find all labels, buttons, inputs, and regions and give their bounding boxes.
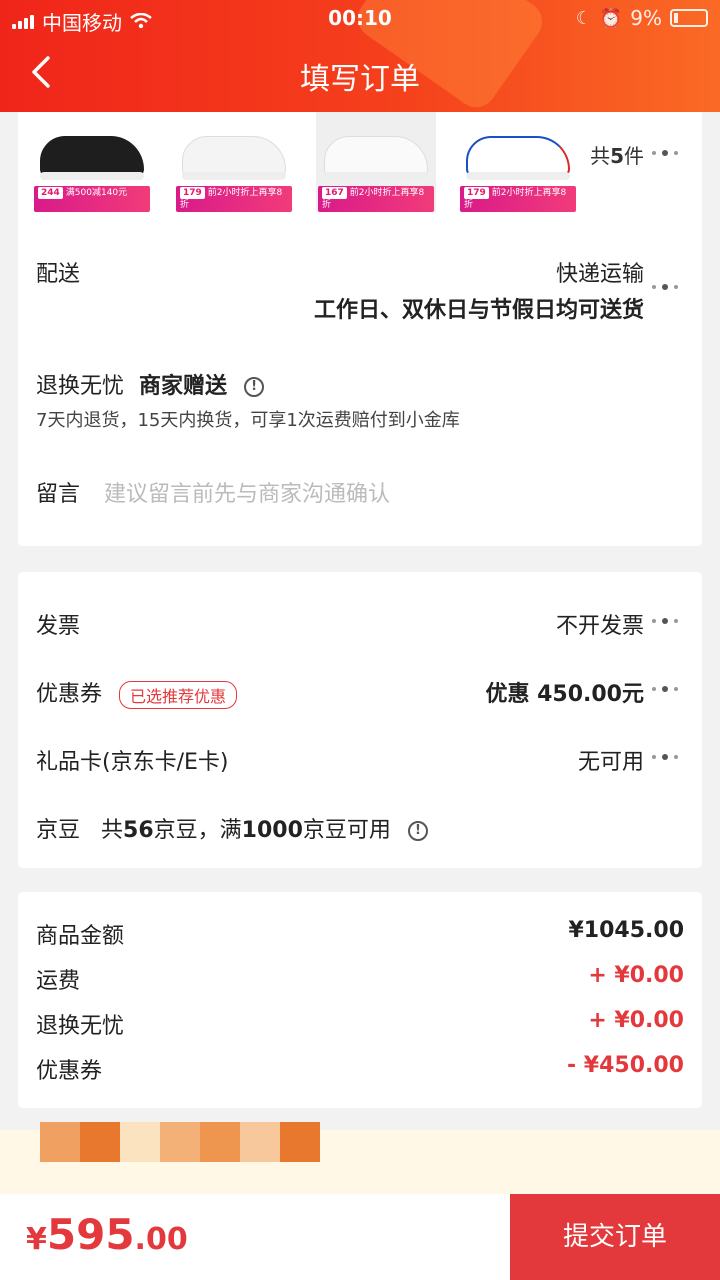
delivery-schedule[interactable]: 工作日、双休日与节假日均可送货 xyxy=(314,292,644,324)
invoice-label: 发票 xyxy=(36,614,81,639)
returns-desc: 7天内退货，15天内换货，可享1次运费赔付到小金库 xyxy=(36,410,460,431)
summary-label: 商品金额 xyxy=(36,924,125,949)
checkout-bar: ¥595.00 提交订单 xyxy=(0,1194,720,1280)
summary-value: ¥1045.00 xyxy=(568,918,684,943)
product-thumb[interactable]: 179 前2小时折上再享8折 xyxy=(174,112,294,212)
status-bar: 中国移动 00:10 ☾ ⏰ 9% xyxy=(0,0,720,36)
more-icon[interactable] xyxy=(652,282,686,292)
more-icon[interactable] xyxy=(652,684,686,694)
promo-tag: 167 前2小时折上再享8折 xyxy=(318,186,434,212)
moon-icon: ☾ xyxy=(575,7,592,29)
header: 中国移动 00:10 ☾ ⏰ 9% 填写订单 xyxy=(0,0,720,112)
product-thumb[interactable]: 244 满500减140元 xyxy=(32,112,152,212)
page-title: 填写订单 xyxy=(300,62,420,97)
returns-row[interactable]: 退换无忧 商家赠送 ! xyxy=(36,368,265,400)
product-thumb[interactable]: 179 前2小时折上再享8折 xyxy=(458,112,578,212)
more-icon[interactable] xyxy=(652,752,686,762)
alarm-icon: ⏰ xyxy=(599,7,623,29)
note-label: 留言 xyxy=(36,482,81,507)
total-price: ¥595.00 xyxy=(26,1210,188,1259)
more-icon[interactable] xyxy=(652,148,686,158)
product-count[interactable]: 共5件 xyxy=(590,140,644,169)
shoe-image xyxy=(324,136,428,176)
returns-label: 退换无忧 xyxy=(36,374,125,399)
product-thumb[interactable]: 167 前2小时折上再享8折 xyxy=(316,112,436,212)
promo-banner xyxy=(0,1122,720,1194)
promo-tag: 179 前2小时折上再享8折 xyxy=(176,186,292,212)
payment-options-card: 发票 不开发票 优惠券 已选推荐优惠 优惠 450.00元 礼品卡(京东卡/E卡… xyxy=(18,572,702,868)
delivery-method[interactable]: 快递运输 xyxy=(556,256,644,288)
more-icon[interactable] xyxy=(652,616,686,626)
promo-tag: 179 前2小时折上再享8折 xyxy=(460,186,576,212)
shoe-image xyxy=(466,136,570,176)
coupon-row[interactable]: 优惠券 已选推荐优惠 xyxy=(36,676,238,709)
battery-icon xyxy=(670,9,708,27)
coupon-badge: 已选推荐优惠 xyxy=(119,681,238,709)
beans-row: 京豆 共56京豆，满1000京豆可用 ! xyxy=(36,812,428,844)
beans-threshold: 1000 xyxy=(241,818,303,843)
shoe-image xyxy=(182,136,286,176)
note-input[interactable]: 建议留言前先与商家沟通确认 xyxy=(104,476,390,508)
summary-label: 退换无忧 xyxy=(36,1014,125,1039)
returns-provider: 商家赠送 xyxy=(139,374,228,399)
invoice-value[interactable]: 不开发票 xyxy=(556,608,644,640)
delivery-label: 配送 xyxy=(36,262,81,287)
product-thumbnails[interactable]: 244 满500减140元 179 前2小时折上再享8折 167 前2小时折上再享8折… xyxy=(32,112,578,222)
price-summary-card: 商品金额 ¥1045.00 运费 + ¥0.00 退换无忧 + ¥0.00 优惠… xyxy=(18,892,702,1108)
coupon-label: 优惠券 xyxy=(36,682,103,707)
summary-value: + ¥0.00 xyxy=(588,963,684,988)
giftcard-value[interactable]: 无可用 xyxy=(578,744,644,776)
promo-tag: 244 满500减140元 xyxy=(34,186,150,212)
info-icon[interactable]: ! xyxy=(407,821,428,841)
info-icon[interactable]: ! xyxy=(244,377,265,397)
order-card: 244 满500减140元 179 前2小时折上再享8折 167 前2小时折上再享8折… xyxy=(18,112,702,546)
summary-label: 优惠券 xyxy=(36,1059,103,1084)
submit-order-button[interactable]: 提交订单 xyxy=(510,1194,720,1280)
beans-label: 京豆 xyxy=(36,818,81,843)
nav-bar: 填写订单 xyxy=(0,40,720,106)
shoe-image xyxy=(40,136,144,176)
battery-percent: 9% xyxy=(630,6,662,30)
summary-value: - ¥450.00 xyxy=(567,1053,684,1078)
coupon-value[interactable]: 优惠 450.00元 xyxy=(485,676,644,708)
giftcard-label: 礼品卡(京东卡/E卡) xyxy=(36,750,229,775)
summary-label: 运费 xyxy=(36,969,81,994)
beans-count: 56 xyxy=(123,818,154,843)
summary-value: + ¥0.00 xyxy=(588,1008,684,1033)
